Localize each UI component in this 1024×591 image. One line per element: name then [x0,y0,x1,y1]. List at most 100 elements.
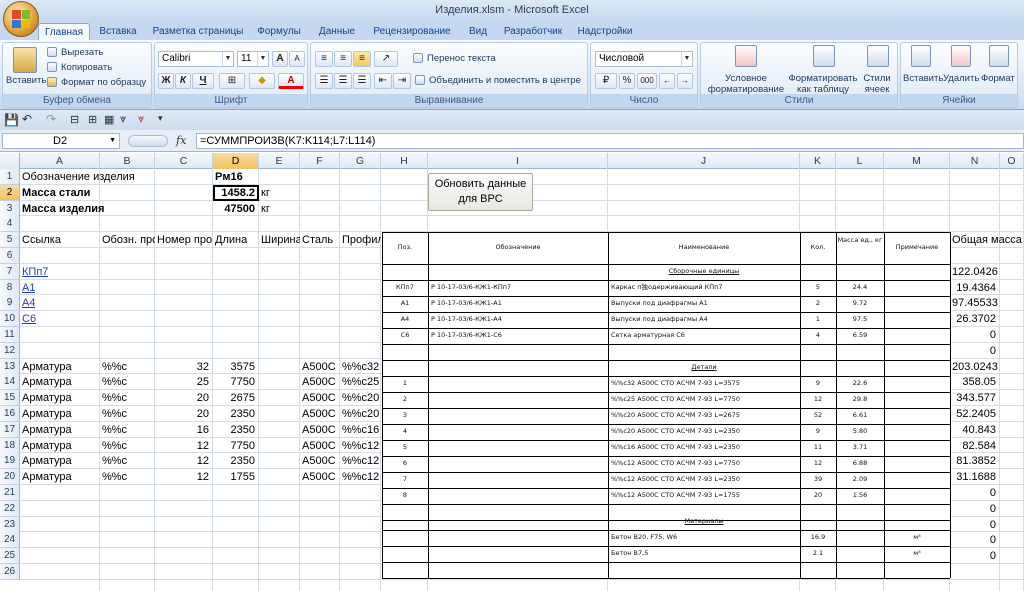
tab-home[interactable]: Главная [38,23,90,40]
align-top-button[interactable]: ≡ [315,51,333,67]
row-header-8[interactable]: 8 [0,279,20,296]
row-header-10[interactable]: 10 [0,311,20,328]
fill-color-button[interactable]: ◆ [249,73,275,89]
column-header-a[interactable]: A [20,153,100,169]
currency-button[interactable]: ₽ [595,73,617,89]
refresh-vrs-button[interactable]: Обновить данные для ВРС [428,173,533,211]
filter-icon[interactable]: ⩔ [120,113,126,126]
tab-insert[interactable]: Вставка [96,23,140,40]
column-header-h[interactable]: H [381,153,428,169]
chevron-down-icon[interactable]: ▼ [109,134,116,148]
align-left-button[interactable]: ☰ [315,73,333,89]
format-as-table-button[interactable]: Форматировать как таблицу [787,73,859,95]
column-header-c[interactable]: C [155,153,213,169]
selected-cell-d2[interactable] [213,185,259,201]
column-header-g[interactable]: G [340,153,381,169]
row-header-13[interactable]: 13 [0,358,20,375]
row-header-15[interactable]: 15 [0,390,20,407]
row-header-18[interactable]: 18 [0,437,20,454]
italic-button[interactable]: К [175,73,191,89]
paste-button[interactable]: Вставить [6,75,46,86]
select-all-button[interactable] [0,153,20,169]
decrease-indent-button[interactable]: ⇤ [374,73,392,89]
font-size-combo[interactable]: 11 ▼ [237,51,269,67]
column-header-l[interactable]: L [836,153,884,169]
tab-formulas[interactable]: Формулы [252,23,306,40]
align-middle-button[interactable]: ≡ [334,51,352,67]
wrap-text-button[interactable]: Перенос текста [427,53,496,64]
number-format-combo[interactable]: Числовой ▼ [595,51,693,67]
undo-icon[interactable]: ↶ [22,112,32,126]
cell-styles-button[interactable]: Стили ячеек [857,73,897,95]
row-header-22[interactable]: 22 [0,500,20,517]
bold-button[interactable]: Ж [158,73,174,89]
fx-icon[interactable]: fx [176,134,186,147]
align-center-button[interactable]: ☰ [334,73,352,89]
row-header-4[interactable]: 4 [0,216,20,233]
paste-icon[interactable] [13,47,37,73]
clear-filter-icon[interactable]: ⩔ [138,113,144,126]
decrease-decimal-button[interactable]: → [677,73,693,89]
row-header-7[interactable]: 7 [0,263,20,280]
column-header-n[interactable]: N [950,153,1000,169]
formula-bar-divider[interactable] [128,135,168,147]
row-header-14[interactable]: 14 [0,374,20,391]
font-color-button[interactable]: A [278,73,304,89]
tab-page-layout[interactable]: Разметка страницы [150,23,246,40]
column-header-d[interactable]: D [213,153,259,169]
grid-icon[interactable]: ▦ [104,113,114,126]
row-header-1[interactable]: 1 [0,169,20,185]
tool2-icon[interactable]: ⊞ [88,113,97,126]
thousands-button[interactable]: 000 [637,73,657,89]
row-header-25[interactable]: 25 [0,548,20,565]
tool-icon[interactable]: ⊟ [70,113,79,126]
tab-review[interactable]: Рецензирование [368,23,456,40]
format-cells-button[interactable]: Формат [981,73,1015,84]
insert-cells-button[interactable]: Вставить [903,73,943,84]
row-header-19[interactable]: 19 [0,453,20,470]
orientation-button[interactable]: ↗ [374,51,398,67]
row-header-20[interactable]: 20 [0,469,20,486]
align-right-button[interactable]: ☰ [353,73,371,89]
align-bottom-button[interactable]: ≡ [353,51,371,67]
row-header-12[interactable]: 12 [0,342,20,359]
row-header-21[interactable]: 21 [0,485,20,501]
column-header-e[interactable]: E [259,153,300,169]
row-header-17[interactable]: 17 [0,421,20,438]
row-header-11[interactable]: 11 [0,327,20,343]
hyperlink-1[interactable]: КПп7 [22,264,48,280]
row-header-5[interactable]: 5 [0,232,20,249]
row-header-3[interactable]: 3 [0,200,20,217]
conditional-format-button[interactable]: Условное форматирование [703,73,789,95]
merge-center-button[interactable]: Объединить и поместить в центре [429,75,581,86]
column-header-j[interactable]: J [608,153,800,169]
redo-icon[interactable]: ↷ [46,112,56,126]
percent-button[interactable]: % [619,73,635,89]
font-name-combo[interactable]: Calibri ▼ [158,51,234,67]
hyperlink-2[interactable]: А1 [22,280,35,296]
tab-addins[interactable]: Надстройки [572,23,638,40]
row-header-2[interactable]: 2 [0,184,20,201]
column-header-f[interactable]: F [300,153,340,169]
tab-developer[interactable]: Разработчик [500,23,566,40]
grow-font-button[interactable]: A [272,51,288,67]
row-header-23[interactable]: 23 [0,516,20,533]
copy-button[interactable]: Копировать [61,62,112,73]
increase-indent-button[interactable]: ⇥ [393,73,411,89]
delete-cells-button[interactable]: Удалить [943,73,979,84]
column-header-b[interactable]: B [100,153,155,169]
row-header-9[interactable]: 9 [0,295,20,312]
increase-decimal-button[interactable]: ← [659,73,675,89]
column-header-k[interactable]: K [800,153,836,169]
hyperlink-4[interactable]: С6 [22,311,36,327]
shrink-font-button[interactable]: A [289,51,305,67]
name-box[interactable]: D2 ▼ [2,133,120,149]
hyperlink-3[interactable]: А4 [22,295,35,311]
underline-button[interactable]: Ч [192,73,214,89]
office-button[interactable] [3,1,39,37]
format-painter-button[interactable]: Формат по образцу [61,77,146,88]
column-header-o[interactable]: O [1000,153,1024,169]
tab-data[interactable]: Данные [312,23,362,40]
column-header-i[interactable]: I [428,153,608,169]
tab-view[interactable]: Вид [462,23,494,40]
